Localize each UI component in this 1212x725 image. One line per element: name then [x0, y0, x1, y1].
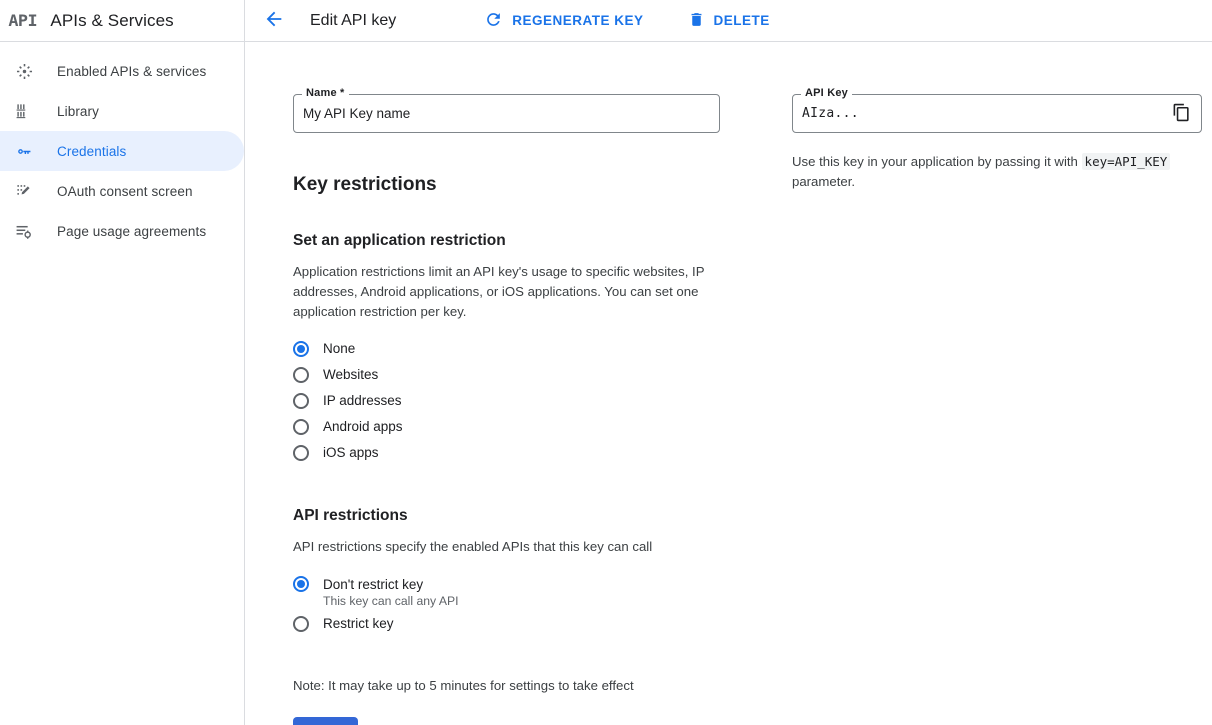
key-restrictions-heading: Key restrictions	[293, 174, 720, 196]
refresh-icon	[484, 10, 503, 32]
application-restriction-description: Application restrictions limit an API ke…	[293, 262, 720, 322]
sidebar-item-enabled-apis[interactable]: Enabled APIs & services	[0, 51, 244, 91]
api-key-field-label: API Key	[801, 87, 852, 99]
radio-indicator[interactable]	[293, 367, 309, 383]
library-shelf-icon	[12, 102, 36, 121]
app-title: APIs & Services	[50, 11, 173, 31]
application-restriction-heading: Set an application restriction	[293, 232, 720, 250]
radio-option-dont-restrict-key[interactable]: Don't restrict key This key can call any…	[293, 576, 720, 608]
dashboard-grid-icon	[12, 62, 36, 81]
radio-sublabel: This key can call any API	[323, 594, 458, 608]
api-key-input[interactable]	[802, 106, 1170, 121]
api-key-helper-post: parameter.	[792, 174, 855, 189]
api-restrictions-description: API restrictions specify the enabled API…	[293, 537, 720, 557]
radio-indicator[interactable]	[293, 393, 309, 409]
application-restriction-radio-group: None Websites IP addresses Android apps	[293, 341, 720, 471]
name-field-label: Name *	[302, 87, 349, 99]
radio-option-ios-apps[interactable]: iOS apps	[293, 445, 720, 471]
back-button[interactable]	[259, 6, 289, 36]
sidebar-item-label: OAuth consent screen	[57, 184, 193, 199]
copy-icon	[1172, 103, 1191, 125]
sidebar: Enabled APIs & services Library	[0, 42, 245, 725]
save-button[interactable]: SAVE	[293, 717, 358, 725]
key-icon	[12, 142, 36, 161]
consent-screen-icon	[12, 182, 36, 201]
radio-option-restrict-key[interactable]: Restrict key	[293, 616, 720, 642]
sidebar-item-label: Enabled APIs & services	[57, 64, 206, 79]
settings-delay-note: Note: It may take up to 5 minutes for se…	[293, 678, 720, 693]
sidebar-item-page-usage-agreements[interactable]: Page usage agreements	[0, 211, 244, 251]
radio-indicator[interactable]	[293, 341, 309, 357]
form-actions: SAVE CANCEL	[293, 717, 720, 725]
radio-label: iOS apps	[323, 445, 379, 460]
radio-label: Websites	[323, 367, 378, 382]
api-key-code-chip: key=API_KEY	[1082, 153, 1171, 170]
api-restrictions-radio-group: Don't restrict key This key can call any…	[293, 576, 720, 642]
radio-label: Don't restrict key	[323, 577, 423, 592]
left-column: Name * Key restrictions Set an applicati…	[293, 94, 720, 725]
radio-label: Restrict key	[323, 616, 394, 631]
name-input[interactable]	[303, 106, 711, 121]
sidebar-item-credentials[interactable]: Credentials	[0, 131, 244, 171]
sidebar-item-label: Library	[57, 104, 99, 119]
name-field-wrapper[interactable]: Name *	[293, 94, 720, 133]
radio-option-ip-addresses[interactable]: IP addresses	[293, 393, 720, 419]
radio-indicator[interactable]	[293, 445, 309, 461]
radio-indicator[interactable]	[293, 419, 309, 435]
api-key-edit-page: API APIs & Services Edit API key REGENER…	[0, 0, 1212, 725]
regenerate-key-button[interactable]: REGENERATE KEY	[480, 5, 647, 37]
page-title: Edit API key	[310, 12, 396, 30]
top-bar: API APIs & Services Edit API key REGENER…	[0, 0, 1212, 42]
api-key-field-wrapper[interactable]: API Key	[792, 94, 1202, 133]
trash-icon	[688, 11, 705, 31]
brand-area: API APIs & Services	[0, 0, 245, 41]
radio-option-android-apps[interactable]: Android apps	[293, 419, 720, 445]
api-key-helper-text: Use this key in your application by pass…	[792, 152, 1202, 192]
body: Enabled APIs & services Library	[0, 42, 1212, 725]
sidebar-item-oauth-consent-screen[interactable]: OAuth consent screen	[0, 171, 244, 211]
cancel-button[interactable]: CANCEL	[394, 717, 465, 725]
top-bar-right: Edit API key REGENERATE KEY DELETE	[245, 0, 1212, 41]
radio-option-websites[interactable]: Websites	[293, 367, 720, 393]
api-logo: API	[8, 11, 37, 30]
radio-label: None	[323, 341, 355, 356]
radio-line[interactable]: Don't restrict key	[293, 576, 423, 592]
arrow-left-icon	[263, 8, 285, 33]
regenerate-key-label: REGENERATE KEY	[512, 13, 643, 28]
page-settings-icon	[12, 222, 36, 241]
delete-button[interactable]: DELETE	[684, 6, 774, 36]
copy-api-key-button[interactable]	[1170, 101, 1193, 127]
radio-label: IP addresses	[323, 393, 402, 408]
top-bar-actions: REGENERATE KEY DELETE	[480, 5, 774, 37]
sidebar-item-label: Page usage agreements	[57, 224, 206, 239]
delete-label: DELETE	[714, 13, 770, 28]
sidebar-item-label: Credentials	[57, 144, 126, 159]
main-content: Name * Key restrictions Set an applicati…	[245, 42, 1212, 725]
api-restrictions-heading: API restrictions	[293, 507, 720, 525]
radio-indicator[interactable]	[293, 616, 309, 632]
sidebar-item-library[interactable]: Library	[0, 91, 244, 131]
right-column: API Key Use this key in your application…	[792, 94, 1202, 192]
radio-option-none[interactable]: None	[293, 341, 720, 367]
api-key-helper-pre: Use this key in your application by pass…	[792, 154, 1082, 169]
radio-indicator[interactable]	[293, 576, 309, 592]
radio-label: Android apps	[323, 419, 403, 434]
